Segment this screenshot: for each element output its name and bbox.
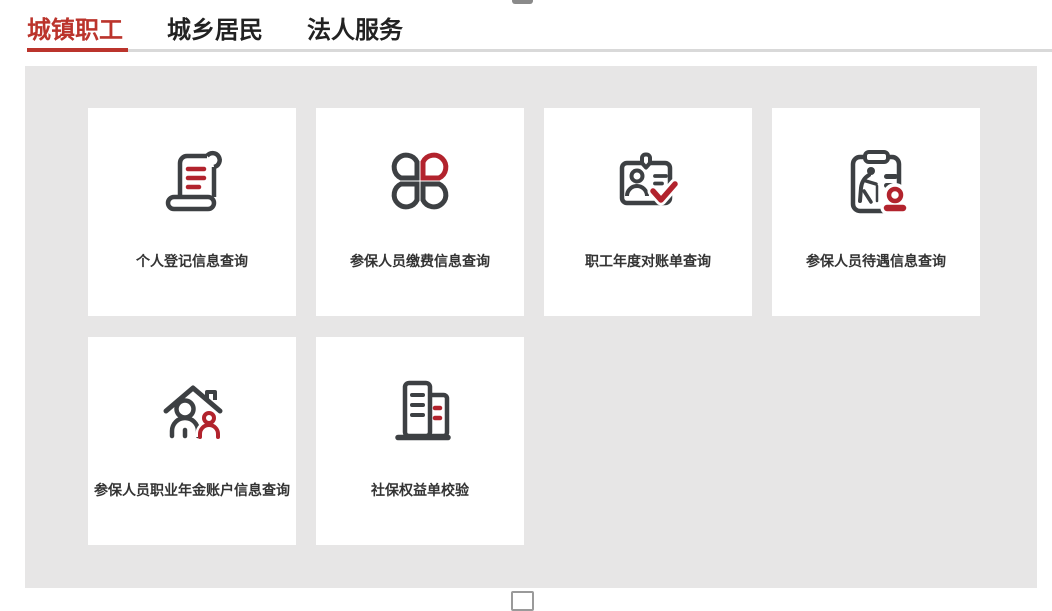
services-grid: 个人登记信息查询 参保人员缴费信息查询 [88,108,980,545]
card-benefits-info-query[interactable]: 参保人员待遇信息查询 [772,108,980,316]
tab-legal-person-services[interactable]: 法人服务 [307,17,403,45]
tabs-bar: 城镇职工 城乡居民 法人服务 [0,0,1052,66]
page: { "colors": { "accent_red": "#bb342c", "… [0,0,1052,600]
service-card-label: 参保人员待遇信息查询 [806,251,946,271]
tab-list: 城镇职工 城乡居民 法人服务 [27,17,403,45]
service-card-label: 职工年度对账单查询 [585,251,711,271]
buildings-icon [384,374,456,446]
house-people-icon [156,374,228,446]
service-card-label: 社保权益单校验 [371,480,469,500]
card-payment-info-query[interactable]: 参保人员缴费信息查询 [316,108,524,316]
clipboard-elderly-icon [840,145,912,217]
tab-urban-employees[interactable]: 城镇职工 [27,17,123,45]
tab-urban-rural-residents[interactable]: 城乡居民 [167,17,263,45]
id-card-check-icon [612,145,684,217]
service-card-label: 参保人员职业年金账户信息查询 [94,480,290,500]
card-personal-registration-query[interactable]: 个人登记信息查询 [88,108,296,316]
services-panel: 个人登记信息查询 参保人员缴费信息查询 [25,66,1037,588]
tab-underline-track [27,49,1052,52]
service-card-label: 个人登记信息查询 [136,251,248,271]
card-annual-statement-query[interactable]: 职工年度对账单查询 [544,108,752,316]
clover-icon [384,145,456,217]
bottom-partial-button[interactable] [511,591,534,611]
service-card-label: 参保人员缴费信息查询 [350,251,490,271]
card-occupational-pension-query[interactable]: 参保人员职业年金账户信息查询 [88,337,296,545]
active-tab-indicator [27,48,128,52]
card-social-security-rights-verification[interactable]: 社保权益单校验 [316,337,524,545]
scroll-document-icon [156,145,228,217]
